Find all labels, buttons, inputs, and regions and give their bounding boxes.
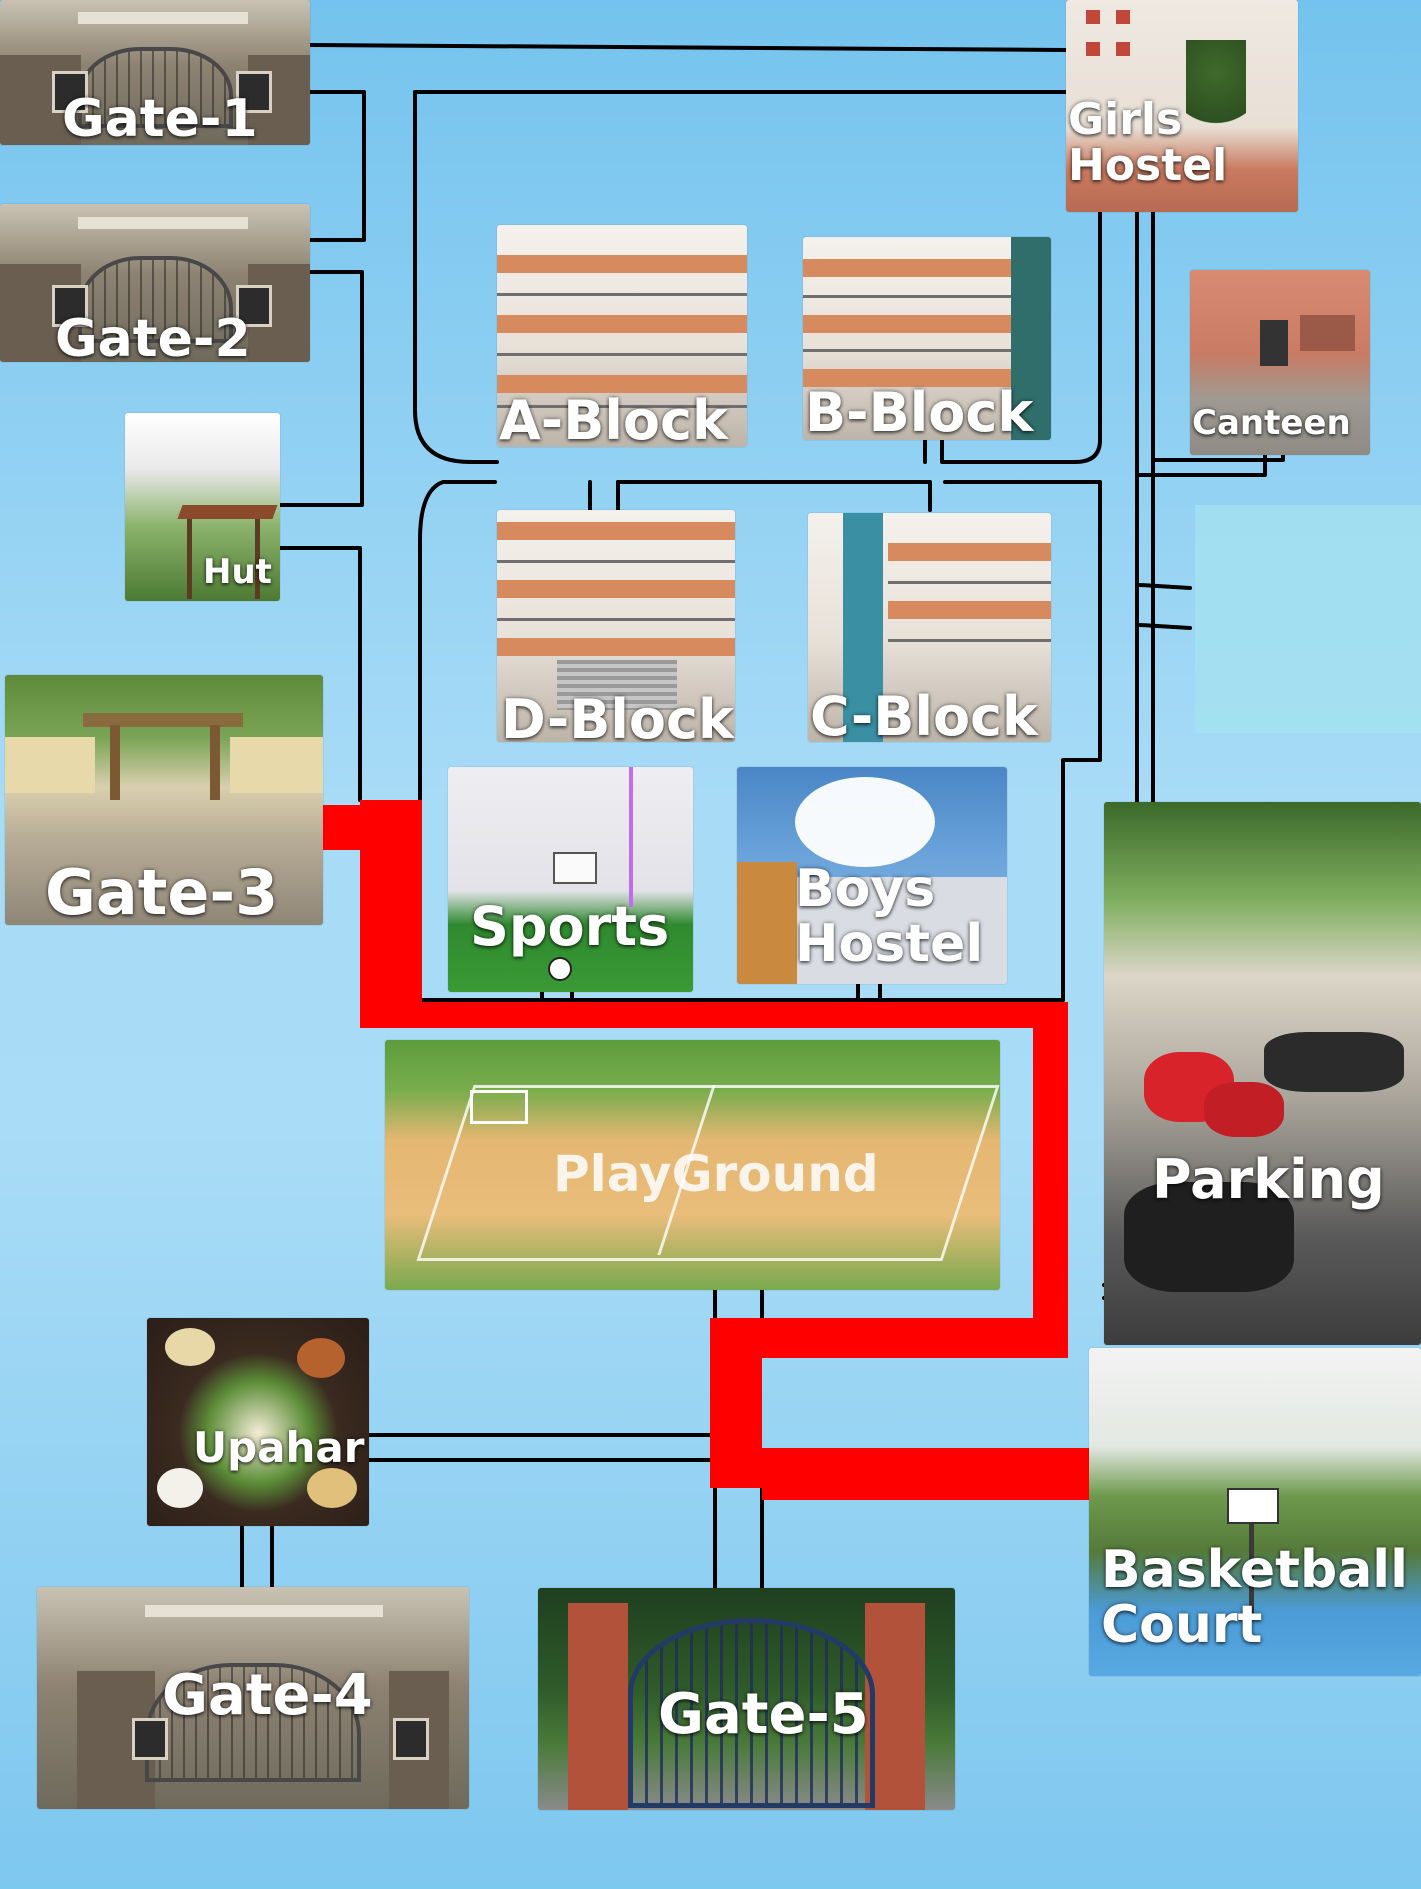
- upahar-label: Upahar: [193, 1423, 365, 1472]
- gate-1-label: Gate-1: [62, 89, 258, 145]
- gate-5-label: Gate-5: [658, 1682, 869, 1747]
- gate-2-tile[interactable]: Gate-2: [0, 204, 310, 362]
- sports-label: Sports: [470, 895, 670, 958]
- food-photo-icon: [147, 1318, 369, 1526]
- a-block-tile[interactable]: A-Block: [497, 225, 747, 447]
- basketball-court-tile[interactable]: Basketball Court: [1089, 1348, 1421, 1676]
- playground-tile[interactable]: PlayGround: [385, 1040, 1000, 1290]
- boys-hostel-label: Boys Hostel: [795, 859, 984, 974]
- canteen-label: Canteen: [1192, 403, 1351, 443]
- a-block-label: A-Block: [499, 389, 728, 447]
- upahar-tile[interactable]: Upahar: [147, 1318, 369, 1526]
- d-block-tile[interactable]: D-Block: [497, 510, 735, 742]
- route-segment: [360, 800, 422, 1022]
- gate-3-tile[interactable]: Gate-3: [5, 675, 323, 925]
- canteen-tile[interactable]: Canteen: [1190, 270, 1370, 455]
- boys-hostel-tile[interactable]: Boys Hostel: [737, 767, 1007, 984]
- route-segment: [710, 1318, 1068, 1358]
- gate-1-tile[interactable]: Gate-1: [0, 0, 310, 145]
- gate-5-tile[interactable]: Gate-5: [538, 1588, 955, 1810]
- gate-4-label: Gate-4: [162, 1663, 373, 1728]
- parking-tile[interactable]: Parking: [1104, 802, 1421, 1345]
- route-segment: [762, 1448, 1089, 1500]
- gate-2-label: Gate-2: [55, 309, 251, 362]
- route-segment: [360, 1002, 1068, 1028]
- basketball-court-label: Basketball Court: [1101, 1540, 1408, 1655]
- gate-3-label: Gate-3: [45, 856, 279, 925]
- route-segment: [323, 805, 361, 850]
- sports-hall-photo-icon: [448, 767, 693, 992]
- parking-label: Parking: [1152, 1148, 1385, 1211]
- route-segment: [1033, 1002, 1068, 1349]
- parking-photo-icon: [1104, 802, 1421, 1345]
- girls-hostel-label: Girls Hostel: [1068, 94, 1228, 192]
- d-block-label: D-Block: [501, 688, 734, 742]
- playground-label: PlayGround: [553, 1145, 879, 1203]
- light-panel: [1195, 505, 1421, 733]
- route-segment: [710, 1318, 762, 1488]
- b-block-tile[interactable]: B-Block: [803, 237, 1051, 440]
- c-block-tile[interactable]: C-Block: [808, 513, 1051, 742]
- hut-label: Hut: [203, 552, 272, 592]
- c-block-label: C-Block: [810, 685, 1038, 742]
- campus-map: { "map": { "background": "#8ed0f3", "roa…: [0, 0, 1421, 1889]
- girls-hostel-tile[interactable]: Girls Hostel: [1066, 0, 1298, 212]
- b-block-label: B-Block: [805, 381, 1034, 440]
- sports-tile[interactable]: Sports: [448, 767, 693, 992]
- hut-tile[interactable]: Hut: [125, 413, 280, 601]
- gate-4-tile[interactable]: Gate-4: [37, 1587, 469, 1809]
